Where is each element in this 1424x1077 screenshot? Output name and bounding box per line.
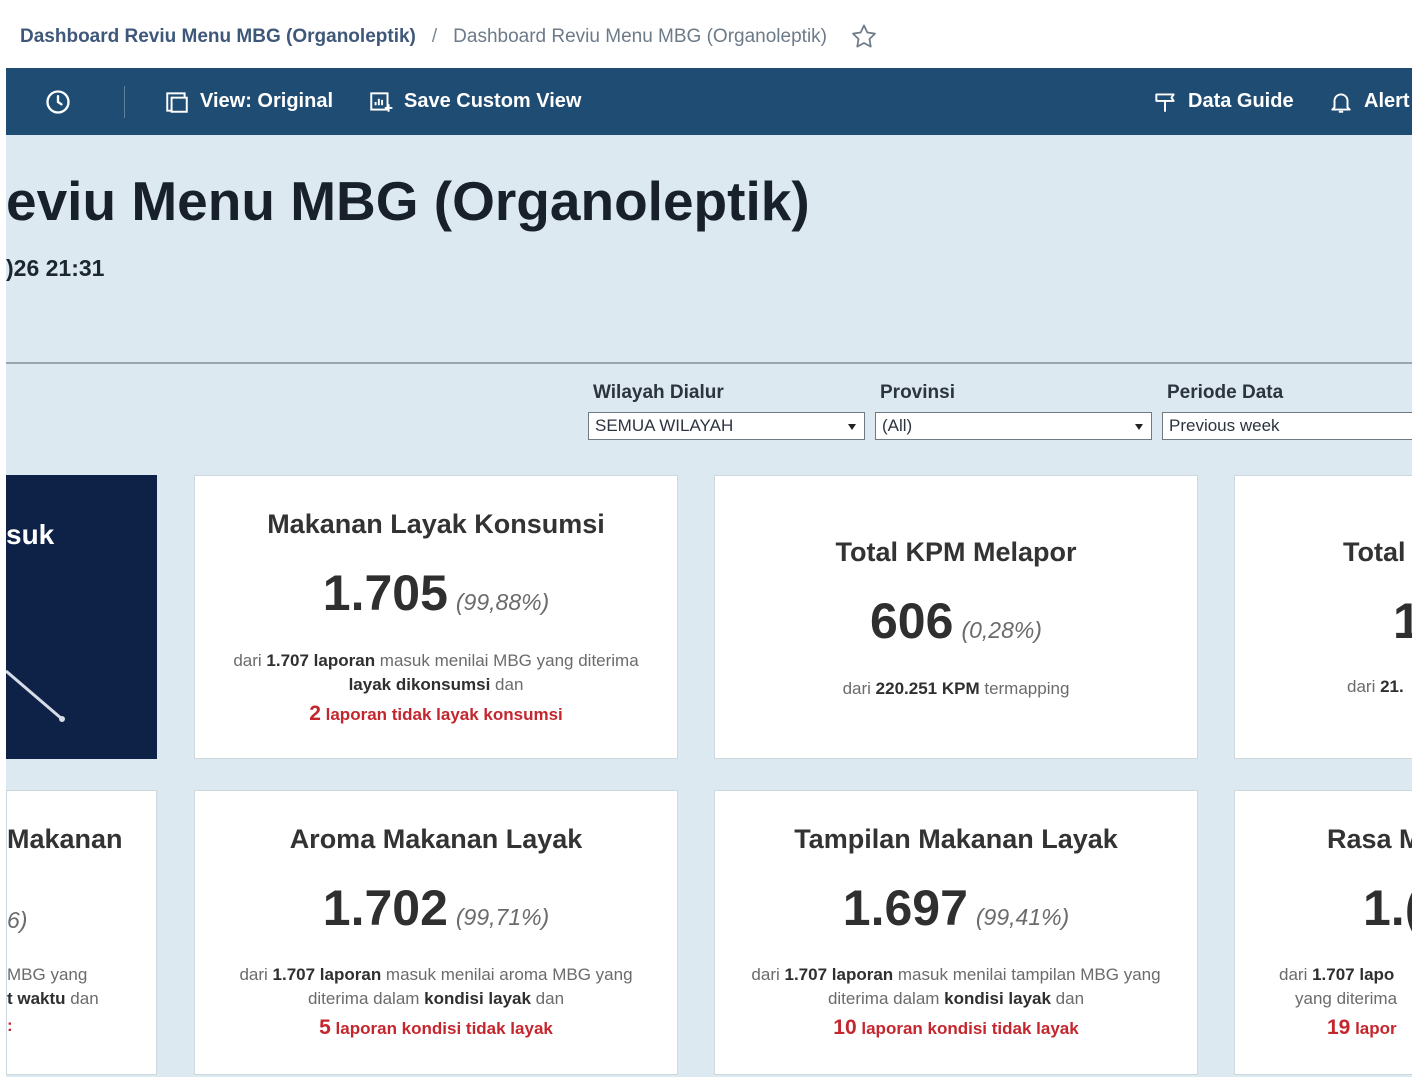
card-description: dari 1.707 laporan masuk menilai MBG yan… — [233, 651, 639, 694]
view-original-button[interactable]: View: Original — [164, 68, 333, 135]
card-rasa-partial: Rasa M 1.( dari 1.707 lapo yang diterima… — [1234, 790, 1412, 1075]
save-view-icon — [370, 91, 393, 112]
breadcrumb-separator: / — [431, 26, 438, 47]
view-original-label: View: Original — [200, 90, 333, 112]
card-description: dari 220.251 KPM termapping — [842, 679, 1070, 698]
card-title: Aroma Makanan Layak — [289, 824, 583, 854]
favorite-star-icon[interactable] — [849, 22, 879, 52]
chevron-down-icon — [1135, 424, 1143, 430]
alerts-label: Alert — [1364, 90, 1410, 112]
card-title: Tampilan Makanan Layak — [794, 824, 1118, 854]
card-value-percent: 6) — [7, 907, 28, 933]
data-guide-button[interactable]: Data Guide — [1152, 68, 1294, 135]
reports-in-card-title: suk — [6, 519, 55, 550]
toolbar-divider — [124, 86, 125, 118]
card-alert: 2 laporan tidak layak konsumsi — [309, 702, 563, 725]
card-total-kpm-melapor: Total KPM Melapor 606 (0,28%) dari 220.25… — [714, 475, 1198, 759]
card-value-percent: (0,28%) — [961, 617, 1042, 643]
trend-line-icon — [6, 669, 65, 722]
refresh-button[interactable] — [44, 68, 82, 135]
filter-periode-value: Previous week — [1169, 416, 1280, 435]
card-title: Rasa M — [1327, 824, 1412, 854]
card-value-number: 1.702 — [322, 880, 448, 936]
card-tampilan-makanan-layak: Tampilan Makanan Layak 1.697 (99,41%) dar… — [714, 790, 1198, 1075]
header-divider — [6, 362, 1412, 364]
card-value-percent: (99,41%) — [975, 904, 1070, 930]
card-value-percent: (99,71%) — [455, 904, 550, 930]
card-alert: : — [7, 1016, 13, 1035]
filter-provinsi-select[interactable]: (All) — [875, 412, 1152, 440]
save-custom-view-button[interactable]: Save Custom View — [368, 68, 581, 135]
filter-provinsi-value: (All) — [882, 416, 913, 435]
card-value: 1.702 (99,71%) — [195, 879, 677, 937]
card-title: Total — [1343, 537, 1406, 567]
breadcrumb: Dashboard Reviu Menu MBG (Organoleptik) … — [20, 22, 879, 52]
card-description: dari 21. — [1347, 677, 1404, 696]
card-description: dari 1.707 laporan masuk menilai aroma M… — [239, 965, 633, 1008]
save-custom-view-label: Save Custom View — [404, 90, 582, 112]
data-guide-label: Data Guide — [1188, 90, 1294, 112]
breadcrumb-bar: Dashboard Reviu Menu MBG (Organoleptik) … — [0, 0, 1424, 68]
filter-wilayah-select[interactable]: SEMUA WILAYAH — [588, 412, 865, 440]
card-value: 606 (0,28%) — [715, 592, 1197, 650]
card-value-percent: (99,88%) — [455, 589, 550, 615]
card-value-number: 1.( — [1363, 880, 1412, 936]
card-description: dari 1.707 laporan masuk menilai tampila… — [751, 965, 1161, 1008]
dashboard-title: eviu Menu MBG (Organoleptik) — [6, 170, 810, 232]
dashboard-toolbar: View: Original Save Custom View Data Gui… — [6, 68, 1412, 135]
bell-icon — [1331, 92, 1351, 113]
last-updated-timestamp: )26 21:31 — [6, 255, 105, 281]
refresh-clock-icon — [46, 89, 70, 114]
card-value-number: 1.705 — [322, 565, 448, 621]
filter-wilayah-label: Wilayah Dialur — [593, 382, 724, 403]
card-title: Makanan Layak Konsumsi — [267, 509, 605, 539]
card-description: MBG yang t waktu dan — [7, 965, 99, 1008]
card-alert: 5 laporan kondisi tidak layak — [319, 1016, 553, 1039]
breadcrumb-item-dashboard[interactable]: Dashboard Reviu Menu MBG (Organoleptik) — [20, 26, 416, 48]
filter-periode-select[interactable]: Previous week — [1162, 412, 1412, 440]
card-value-number: 1.697 — [842, 880, 968, 936]
filter-periode-label: Periode Data — [1167, 382, 1284, 403]
card-value: 1.705 (99,88%) — [195, 564, 677, 622]
card-value-number: 1 — [1393, 592, 1412, 650]
reports-in-card: suk — [6, 475, 157, 759]
alerts-button[interactable]: Alert — [1328, 68, 1410, 135]
filter-wilayah-value: SEMUA WILAYAH — [595, 416, 734, 435]
card-aroma-makanan-layak: Aroma Makanan Layak 1.702 (99,71%) dari 1… — [194, 790, 678, 1075]
dashboard-canvas: eviu Menu MBG (Organoleptik) )26 21:31 W… — [6, 135, 1412, 1077]
card-makanan-layak-konsumsi: Makanan Layak Konsumsi 1.705 (99,88%) dar… — [194, 475, 678, 759]
card-description: dari 1.707 lapo yang diterima — [1279, 965, 1398, 1008]
filter-provinsi-label: Provinsi — [880, 382, 955, 403]
card-alert: 19 lapor — [1327, 1016, 1397, 1039]
card-title: Makanan — [7, 824, 123, 854]
card-makanan-partial: Makanan 6) MBG yang t waktu dan : — [6, 790, 157, 1075]
breadcrumb-item-current: Dashboard Reviu Menu MBG (Organoleptik) — [453, 26, 827, 47]
signpost-icon — [1155, 92, 1175, 112]
card-value: 1.697 (99,41%) — [715, 879, 1197, 937]
chevron-down-icon — [848, 424, 856, 430]
card-title: Total KPM Melapor — [835, 537, 1077, 567]
card-total-partial: Total 1 dari 21. — [1234, 475, 1412, 759]
card-alert: 10 laporan kondisi tidak layak — [833, 1016, 1079, 1039]
view-icon — [166, 91, 188, 113]
card-value-number: 606 — [870, 593, 954, 649]
